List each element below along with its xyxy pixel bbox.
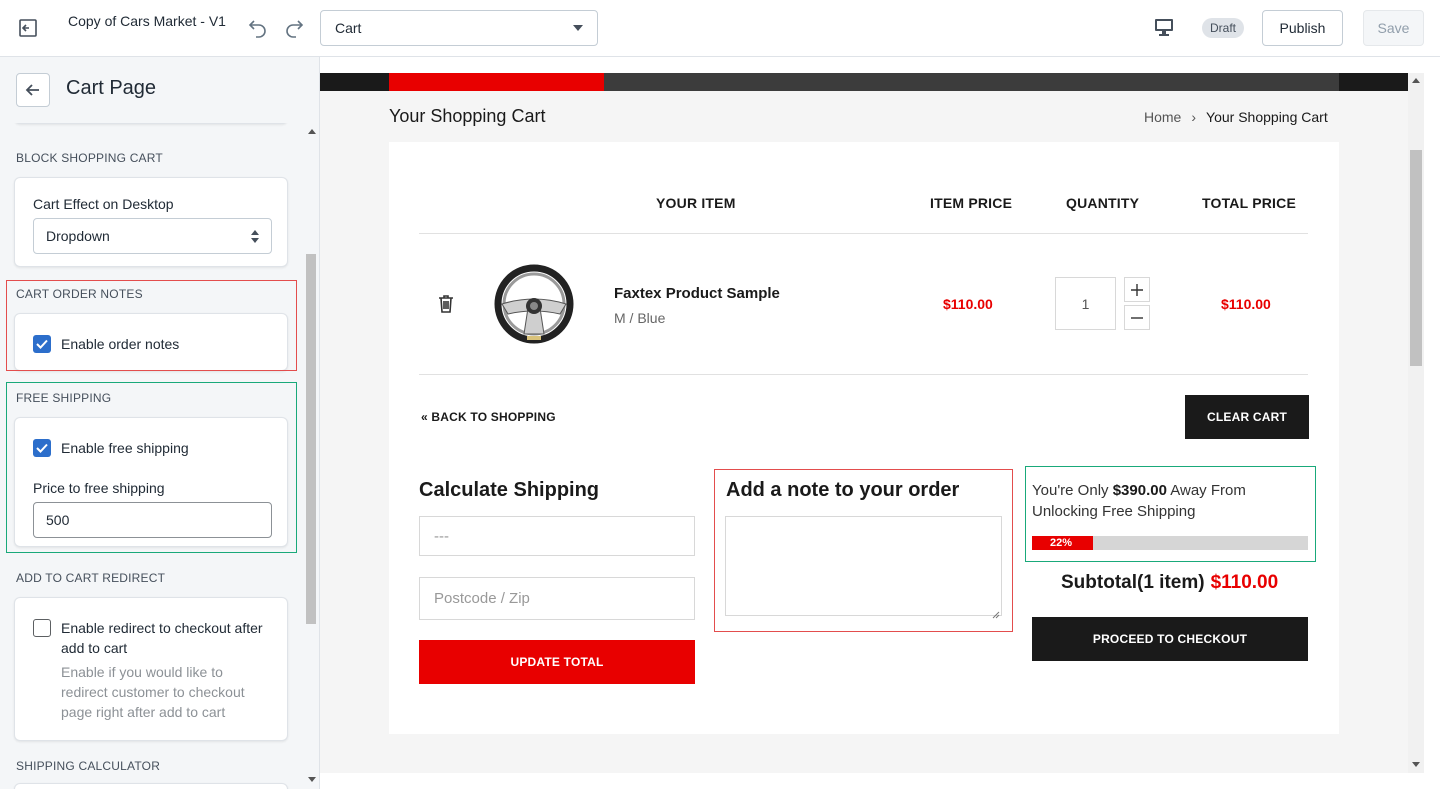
update-total-button[interactable]: UPDATE TOTAL <box>419 640 695 684</box>
sidebar-title: Cart Page <box>66 77 157 99</box>
cart-effect-value: Dropdown <box>46 228 110 244</box>
save-button[interactable]: Save <box>1363 10 1424 46</box>
redirect-help-text: Enable if you would like to redirect cus… <box>61 664 245 720</box>
increase-quantity-button[interactable] <box>1124 277 1150 302</box>
product-name[interactable]: Faxtex Product Sample <box>614 285 780 302</box>
card-shipping-calculator <box>14 783 288 789</box>
arrow-left-icon <box>25 84 39 96</box>
sidebar-header: Cart Page <box>0 57 319 123</box>
cart-effect-label: Cart Effect on Desktop <box>33 196 174 212</box>
enable-redirect-label: Enable redirect to checkout after add to… <box>61 620 263 656</box>
divider <box>419 374 1308 375</box>
header-item-price: ITEM PRICE <box>930 195 1013 211</box>
breadcrumb-home[interactable]: Home <box>1144 109 1181 125</box>
chevron-down-icon <box>573 25 583 31</box>
top-strip-red <box>389 73 604 91</box>
country-select[interactable]: --- <box>419 516 695 556</box>
proceed-to-checkout-button[interactable]: PROCEED TO CHECKOUT <box>1032 617 1308 661</box>
redo-icon[interactable] <box>282 16 306 40</box>
header-quantity: QUANTITY <box>1066 195 1140 211</box>
back-to-shopping-link[interactable]: « BACK TO SHOPPING <box>421 410 556 424</box>
product-image[interactable] <box>494 264 574 344</box>
minus-icon <box>1131 316 1143 319</box>
publish-button[interactable]: Publish <box>1262 10 1343 46</box>
top-strip-mid <box>604 73 1339 91</box>
page-select-value: Cart <box>335 20 362 36</box>
item-price: $110.00 <box>943 296 993 312</box>
header-total-price: TOTAL PRICE <box>1202 195 1296 211</box>
free-shipping-bar-highlight <box>1025 466 1316 562</box>
subtotal-amount: $110.00 <box>1210 572 1279 593</box>
scroll-up-icon[interactable] <box>1412 78 1420 83</box>
draft-badge: Draft <box>1202 18 1245 38</box>
scroll-down-icon[interactable] <box>1412 762 1420 767</box>
clear-cart-button[interactable]: CLEAR CART <box>1185 395 1309 439</box>
order-note-highlight <box>714 469 1013 632</box>
plus-icon <box>1131 283 1143 296</box>
decrease-quantity-button[interactable] <box>1124 305 1150 330</box>
section-label-add-to-cart-redirect: ADD TO CART REDIRECT <box>16 571 166 585</box>
desktop-icon[interactable] <box>1152 17 1176 39</box>
editor-topbar: Copy of Cars Market - V1 Cart Draft Publ… <box>0 0 1440 57</box>
card-add-to-cart-redirect: Enable redirect to checkout after add to… <box>14 597 288 741</box>
trash-icon[interactable] <box>437 294 455 314</box>
enable-redirect-checkbox[interactable] <box>33 619 51 637</box>
scroll-down-icon[interactable] <box>308 777 316 782</box>
order-notes-highlight <box>6 280 297 371</box>
undo-icon[interactable] <box>246 16 270 40</box>
quantity-input[interactable]: 1 <box>1055 277 1116 330</box>
header-your-item: YOUR ITEM <box>656 195 736 211</box>
select-arrows-icon <box>251 229 259 243</box>
scroll-up-icon[interactable] <box>308 129 316 134</box>
postcode-input[interactable]: Postcode / Zip <box>419 577 695 620</box>
product-variant: M / Blue <box>614 310 666 326</box>
section-label-shipping-calculator: SHIPPING CALCULATOR <box>16 759 161 773</box>
sidebar-scrollbar[interactable] <box>306 254 316 624</box>
theme-title: Copy of Cars Market - V1 <box>68 13 226 29</box>
divider <box>419 233 1308 234</box>
section-label-block-shopping-cart: BLOCK SHOPPING CART <box>16 151 163 165</box>
page-select[interactable]: Cart <box>320 10 598 46</box>
subtotal-label: Subtotal(1 item) <box>1061 572 1205 593</box>
exit-icon[interactable] <box>16 16 40 40</box>
breadcrumb-separator: › <box>1191 109 1197 125</box>
calculate-shipping-title: Calculate Shipping <box>419 479 600 501</box>
subtotal: Subtotal(1 item) $110.00 <box>1061 572 1278 594</box>
back-button[interactable] <box>16 73 50 107</box>
cart-page-title: Your Shopping Cart <box>389 106 546 126</box>
preview-scrollbar[interactable] <box>1410 150 1422 366</box>
breadcrumb-current: Your Shopping Cart <box>1206 109 1328 125</box>
card-block-shopping-cart: Cart Effect on Desktop Dropdown <box>14 177 288 267</box>
cart-effect-select[interactable]: Dropdown <box>33 218 272 254</box>
breadcrumb: Home › Your Shopping Cart <box>1144 109 1328 125</box>
item-total-price: $110.00 <box>1221 296 1271 312</box>
free-shipping-highlight <box>6 382 297 553</box>
